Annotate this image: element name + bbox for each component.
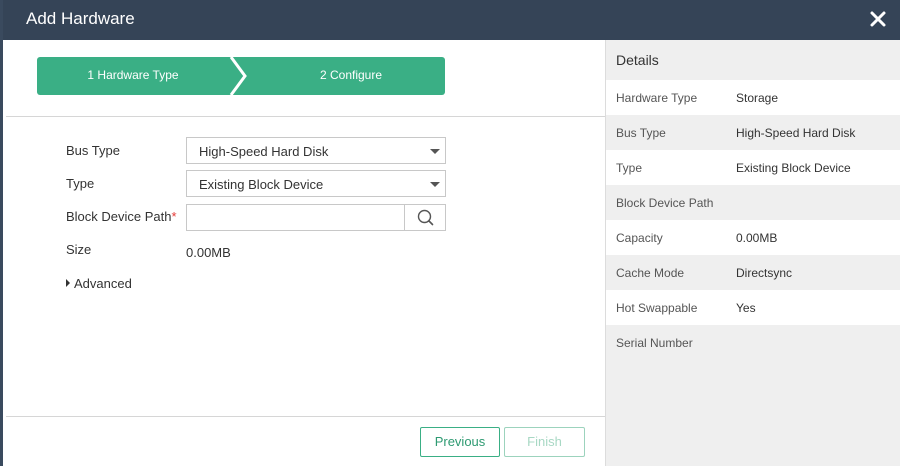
step-chevron (229, 57, 255, 95)
caret-right-icon (66, 279, 70, 287)
detail-value: 0.00MB (736, 231, 778, 245)
detail-key: Serial Number (616, 336, 693, 350)
required-marker: * (171, 209, 177, 224)
type-value: Existing Block Device (199, 177, 324, 192)
detail-value: Existing Block Device (736, 161, 851, 175)
chevron-down-icon (430, 149, 440, 154)
add-hardware-dialog: Add Hardware 1 Hardware Type 2 Configure… (0, 0, 900, 466)
detail-value: Directsync (736, 266, 793, 280)
detail-key: Bus Type (616, 126, 666, 140)
step-hardware-type[interactable]: 1 Hardware Type (37, 57, 247, 95)
detail-value: Storage (736, 91, 779, 105)
detail-key: Hot Swappable (616, 301, 698, 315)
detail-row: Bus Type High-Speed Hard Disk (606, 115, 900, 150)
detail-value: Yes (736, 301, 756, 315)
detail-key: Block Device Path (616, 196, 714, 210)
previous-button[interactable]: Previous (420, 427, 500, 457)
finish-button[interactable]: Finish (504, 427, 585, 457)
detail-row: Serial Number (606, 325, 900, 360)
close-icon[interactable] (867, 8, 889, 30)
block-device-path-label-text: Block Device Path (66, 209, 172, 224)
size-label: Size (66, 242, 92, 257)
search-icon (417, 209, 434, 226)
step-label: 2 Configure (319, 68, 383, 82)
divider (6, 116, 605, 117)
detail-key: Hardware Type (616, 91, 698, 105)
wizard-steps: 1 Hardware Type 2 Configure (37, 57, 445, 95)
search-button[interactable] (404, 205, 445, 230)
config-panel: 1 Hardware Type 2 Configure Bus Type Hig… (6, 40, 605, 466)
block-device-path-field (186, 204, 446, 231)
detail-row: Block Device Path (606, 185, 900, 220)
details-panel: Details Hardware Type Storage Bus Type H… (605, 40, 900, 466)
size-value: 0.00MB (186, 245, 231, 260)
detail-row: Hardware Type Storage (606, 80, 900, 115)
details-title: Details (616, 52, 659, 68)
dialog-title: Add Hardware (26, 9, 135, 28)
type-label: Type (66, 176, 95, 191)
detail-row: Hot Swappable Yes (606, 290, 900, 325)
bus-type-select[interactable]: High-Speed Hard Disk (186, 137, 446, 164)
footer-divider (6, 416, 605, 417)
bus-type-label: Bus Type (66, 143, 120, 158)
step-label: 1 Hardware Type (87, 68, 179, 82)
detail-key: Cache Mode (616, 266, 685, 280)
detail-row: Cache Mode Directsync (606, 255, 900, 290)
detail-row: Capacity 0.00MB (606, 220, 900, 255)
advanced-label: Advanced (74, 276, 132, 291)
chevron-down-icon (430, 182, 440, 187)
detail-key: Capacity (616, 231, 663, 245)
step-configure[interactable]: 2 Configure (237, 57, 445, 95)
block-device-path-label: Block Device Path* (66, 209, 177, 224)
advanced-toggle[interactable]: Advanced (66, 276, 132, 291)
detail-value: High-Speed Hard Disk (736, 126, 856, 140)
detail-key: Type (616, 161, 643, 175)
bus-type-value: High-Speed Hard Disk (199, 144, 329, 159)
detail-row: Type Existing Block Device (606, 150, 900, 185)
title-bar: Add Hardware (3, 0, 900, 40)
type-select[interactable]: Existing Block Device (186, 170, 446, 197)
block-device-path-input[interactable] (187, 205, 405, 230)
